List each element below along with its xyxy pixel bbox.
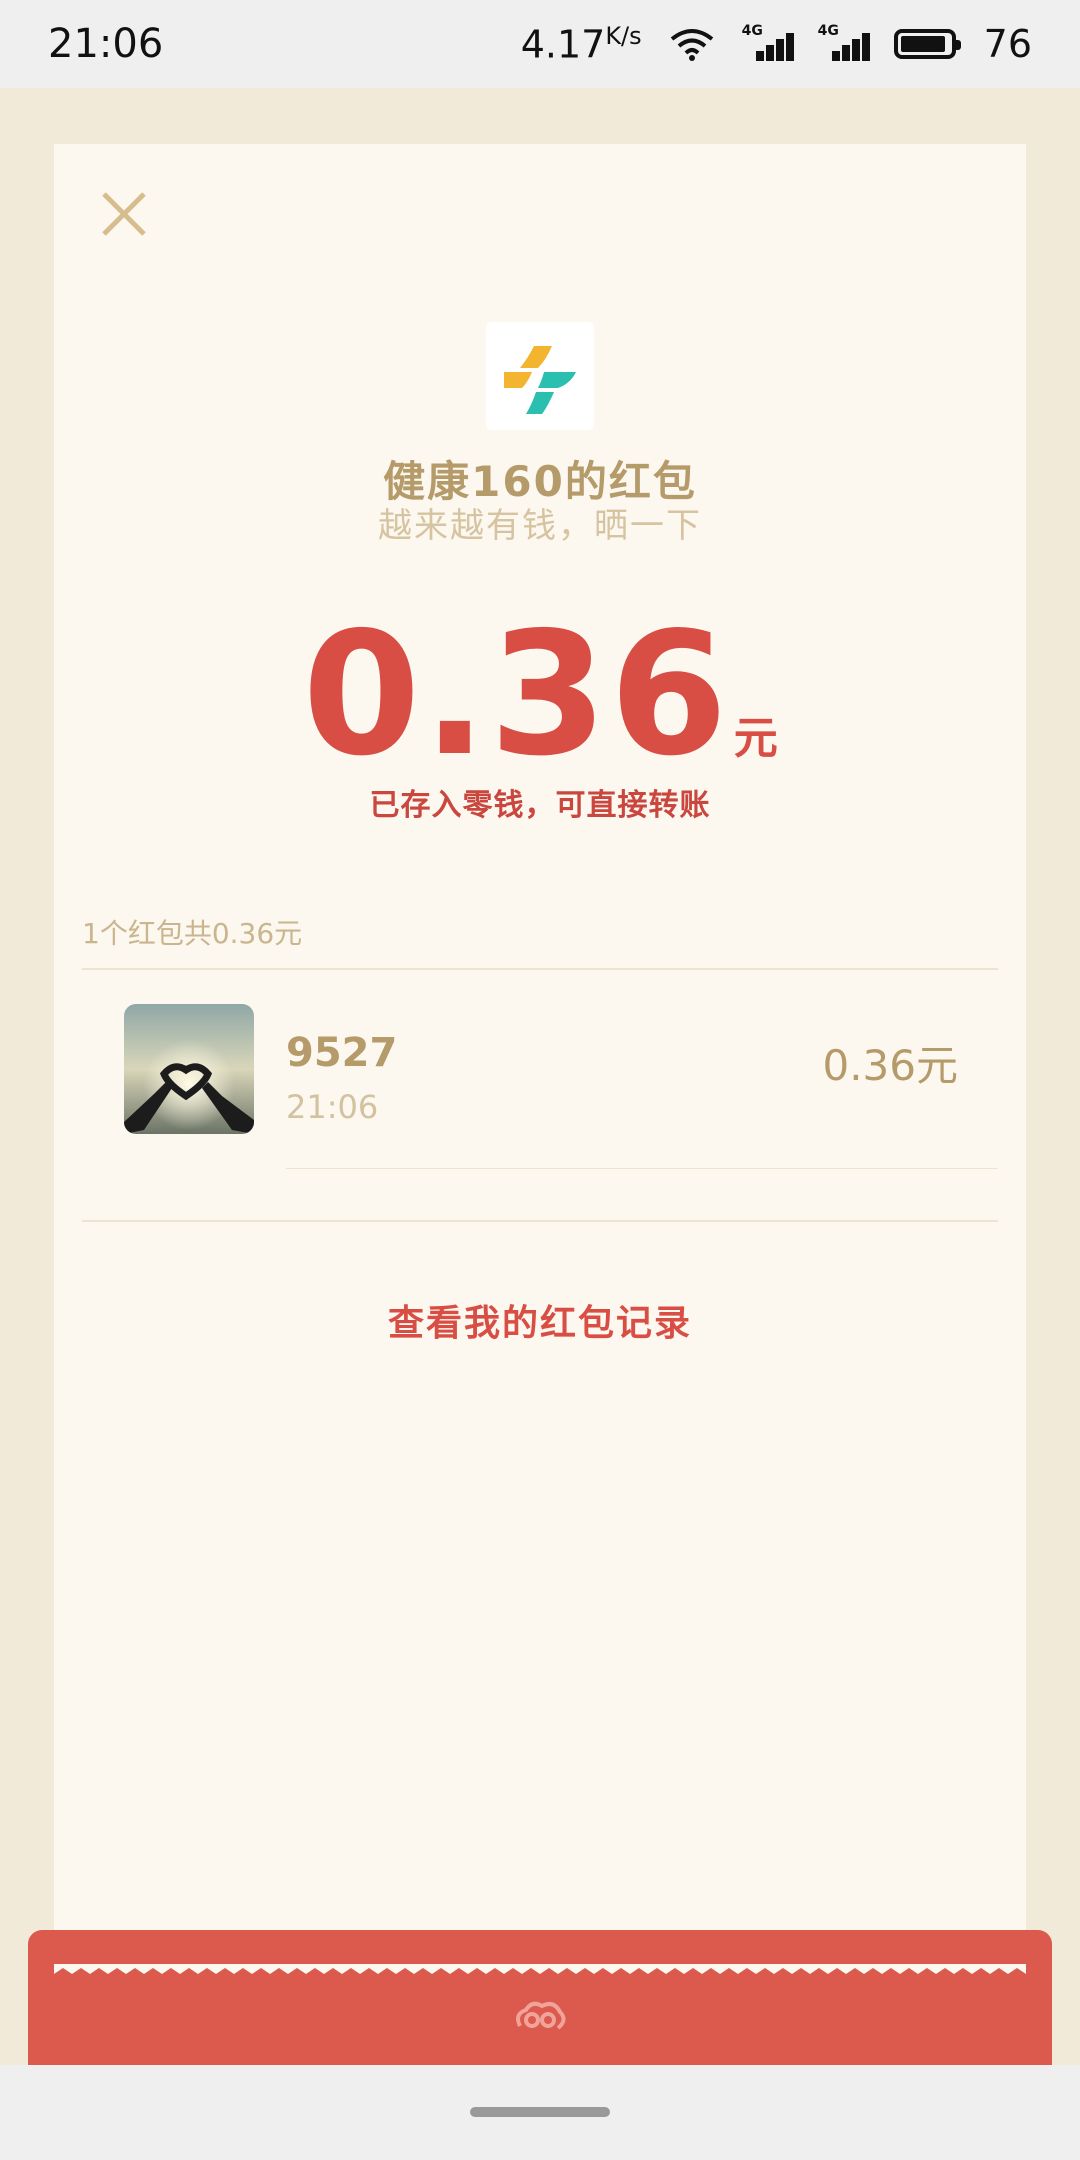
- signal-label-1: 4G: [741, 23, 763, 39]
- amount-unit: 元: [733, 713, 778, 764]
- divider: [82, 1220, 998, 1222]
- status-time: 21:06: [48, 21, 164, 67]
- network-speed-value: 4.17: [520, 22, 606, 67]
- close-button[interactable]: [94, 184, 154, 244]
- battery-level: 76: [983, 22, 1032, 66]
- record-amount: 0.36元: [822, 1041, 958, 1090]
- network-speed-unit: K/s: [605, 21, 642, 50]
- signal-label-2: 4G: [817, 23, 839, 39]
- divider: [286, 1168, 998, 1169]
- cell-signal-icon-1: 4G: [742, 23, 794, 61]
- network-speed: 4.17K/s: [521, 22, 642, 67]
- avatar: [124, 1004, 254, 1134]
- home-indicator[interactable]: [470, 2107, 610, 2117]
- packet-subtitle: 越来越有钱，晒一下: [378, 506, 702, 546]
- status-icons: 4.17K/s 4G 4G 76: [521, 22, 1032, 67]
- sender-logo: [486, 322, 594, 430]
- wifi-icon: [670, 29, 713, 61]
- divider: [82, 968, 998, 970]
- cell-signal-icon-2: 4G: [818, 23, 870, 61]
- system-nav-bar: [0, 2065, 1080, 2160]
- amount-display: 0.36元: [54, 596, 1026, 794]
- deposit-note: 已存入零钱，可直接转账: [369, 788, 711, 823]
- battery-icon: [893, 29, 961, 59]
- sender-name: 9527: [286, 1030, 398, 1076]
- envelope-zigzag-edge: [54, 1964, 1026, 1984]
- view-history-link[interactable]: 查看我的红包记录: [54, 1294, 1026, 1346]
- avatar-heart-hands-image: [124, 1004, 254, 1134]
- amount-value: 0.36: [302, 596, 730, 794]
- packet-summary: 1个红包共0.36元: [82, 917, 303, 950]
- list-item[interactable]: 9527 21:06 0.36元: [82, 974, 998, 1170]
- receive-time: 21:06: [286, 1088, 379, 1126]
- health-cross-logo-icon: [504, 346, 576, 414]
- close-icon: [102, 192, 146, 236]
- red-packet-detail-card: 健康160的红包 越来越有钱，晒一下 0.36元 已存入零钱，可直接转账 1个红…: [54, 144, 1026, 1984]
- status-bar: 21:06 4.17K/s 4G 4G 76: [0, 0, 1080, 88]
- cloud-swirl-icon: [512, 1996, 568, 2036]
